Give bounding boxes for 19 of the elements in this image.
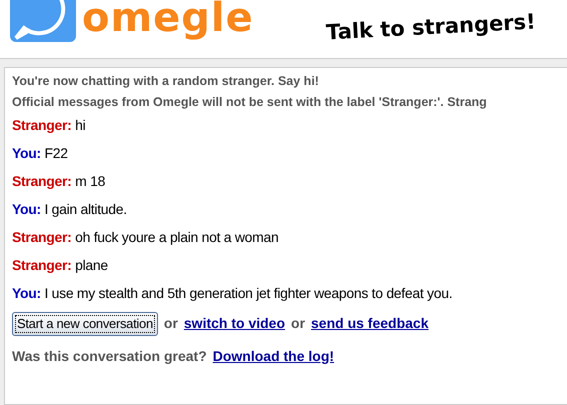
chat-message: You: I gain altitude. (12, 200, 128, 218)
chat-message: Stranger: oh fuck youre a plain not a woman (12, 228, 280, 246)
start-button[interactable]: Start a new conversation (12, 312, 158, 336)
text-link[interactable]: send us feedback (311, 313, 429, 334)
text-link[interactable]: switch to video (184, 313, 286, 334)
chat-message: Stranger: plane (12, 256, 109, 274)
chat-message: Stranger: hi (12, 116, 86, 134)
text-link[interactable]: Download the log! (212, 346, 334, 366)
logo-text: omegle (82, 0, 254, 40)
label-text: Was this conversation great? (12, 346, 207, 366)
system-message: You're now chatting with a random stranger. Say hi! (12, 74, 320, 89)
label-text: or (291, 314, 306, 334)
tagline: Talk to strangers! (325, 8, 536, 46)
label-text: or (164, 314, 178, 334)
chat-message: You: I use my stealth and 5th generation jet fighter weapons to defeat you. (12, 284, 454, 302)
chat-message: Stranger: m 18 (12, 172, 106, 190)
logo-icon (10, 0, 76, 42)
chat-message: You: F22 (12, 144, 69, 162)
system-message: Official messages from Omegle will not be sent with the label 'Stranger:'. Strang (12, 95, 488, 110)
